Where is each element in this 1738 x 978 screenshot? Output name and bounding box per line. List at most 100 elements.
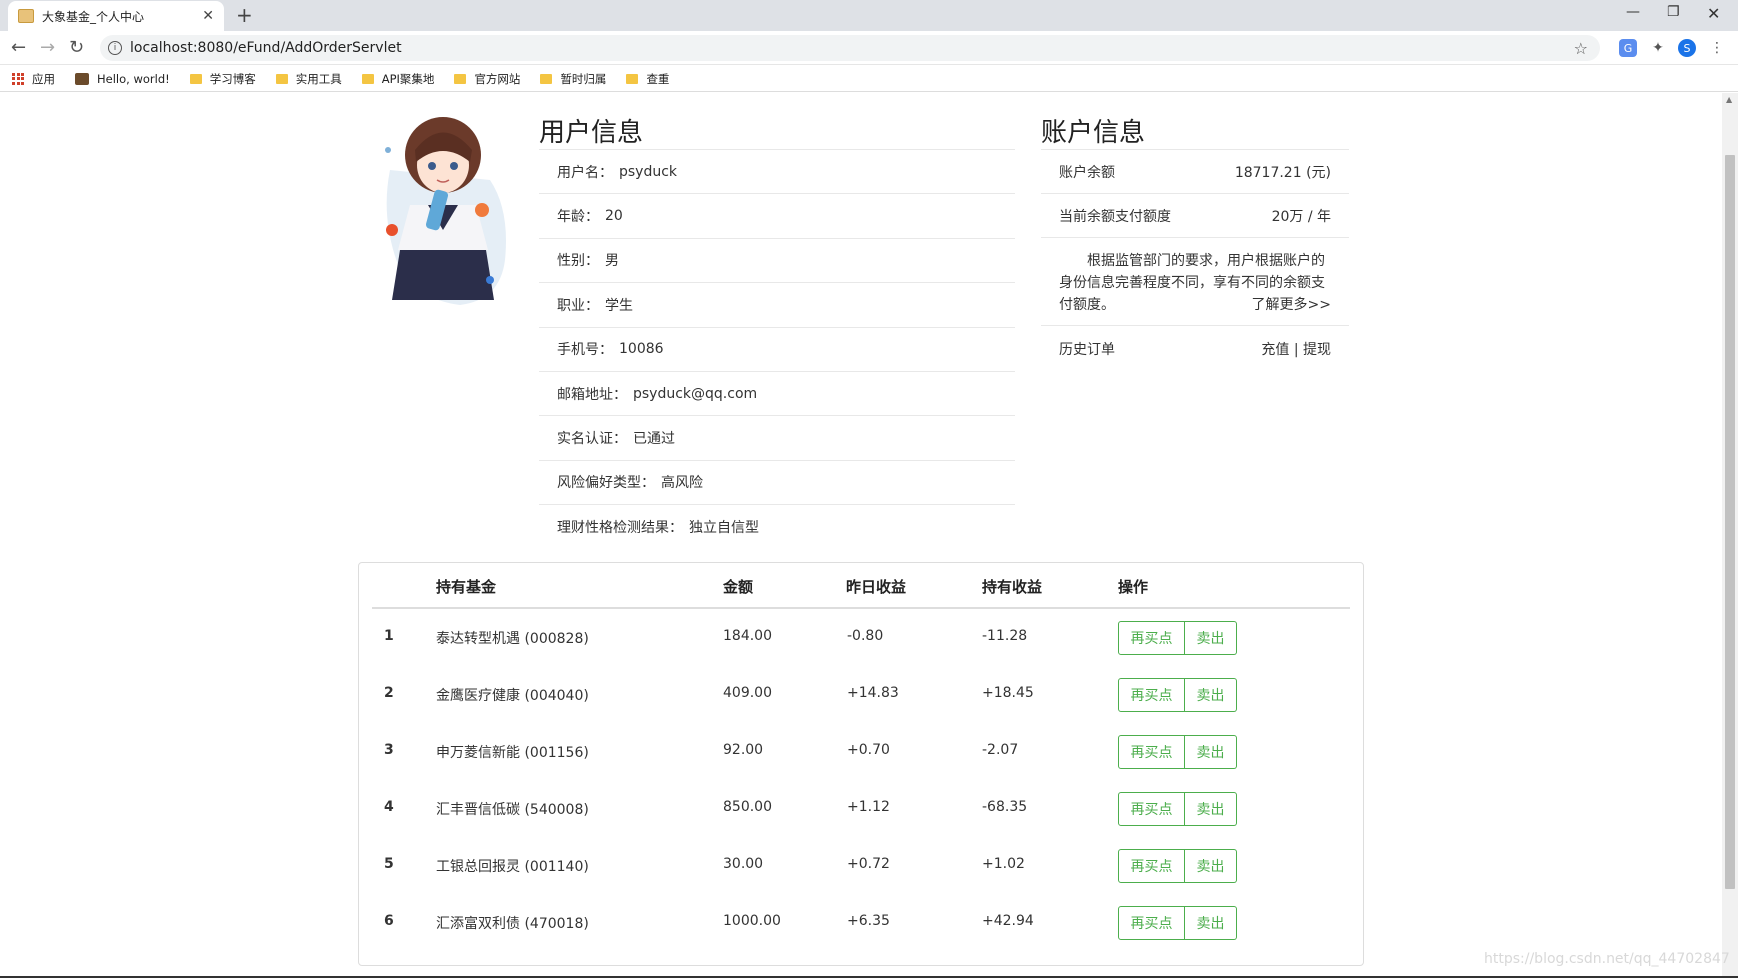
sell-button[interactable]: 卖出 bbox=[1185, 849, 1237, 883]
user-info-row: 年龄： 20 bbox=[539, 194, 1015, 239]
tab-close-icon[interactable]: ✕ bbox=[202, 8, 214, 24]
link-separator: | bbox=[1293, 342, 1299, 358]
fund-amount: 409.00 bbox=[723, 685, 772, 701]
url-field[interactable]: i localhost:8080/eFund/AddOrderServlet ☆ bbox=[100, 35, 1600, 61]
row-index: 1 bbox=[384, 628, 394, 644]
forward-icon[interactable]: → bbox=[40, 37, 55, 58]
action-button-group: 再买点 卖出 bbox=[1118, 621, 1237, 655]
recharge-link[interactable]: 充值 bbox=[1261, 342, 1289, 358]
learn-more-link[interactable]: 了解更多>> bbox=[1252, 294, 1331, 316]
user-info-list: 用户名： psyduck 年龄： 20 性别： 男职业： 学生 手机号： 10086 邮箱地址： p… bbox=[539, 150, 1015, 550]
yesterday-profit: -0.80 bbox=[847, 628, 884, 644]
site-info-icon[interactable]: i bbox=[108, 41, 122, 55]
header-fund: 持有基金 bbox=[436, 578, 497, 596]
user-info-label: 年龄： bbox=[557, 209, 599, 226]
buy-more-button[interactable]: 再买点 bbox=[1118, 678, 1185, 712]
withdraw-link[interactable]: 提现 bbox=[1303, 342, 1331, 358]
user-info-row: 手机号： 10086 bbox=[539, 328, 1015, 372]
table-row: 6 汇添富双利债 (470018) 1000.00 +6.35 +42.94 再买点 卖出 bbox=[358, 894, 1364, 951]
limit-row: 当前余额支付额度 20万 / 年 bbox=[1041, 194, 1349, 238]
user-info-row: 用户名： psyduck bbox=[539, 150, 1015, 195]
sell-button[interactable]: 卖出 bbox=[1185, 678, 1237, 712]
fund-name: 金鹰医疗健康 (004040) bbox=[436, 688, 589, 704]
notice-block: 根据监管部门的要求，用户根据账户的身份信息完善程度不同，享有不同的余额支付额度。… bbox=[1041, 238, 1349, 326]
scrollbar-thumb[interactable] bbox=[1725, 155, 1735, 889]
buy-more-button[interactable]: 再买点 bbox=[1118, 906, 1185, 940]
restore-icon[interactable]: ❐ bbox=[1667, 4, 1680, 20]
row-index: 3 bbox=[384, 742, 394, 758]
user-info-value: psyduck@qq.com bbox=[633, 385, 758, 402]
user-info-row: 职业： 学生 bbox=[539, 283, 1015, 328]
back-icon[interactable]: ← bbox=[11, 37, 26, 58]
bookmark-label: API聚集地 bbox=[381, 71, 435, 86]
user-info-label: 理财性格检测结果： bbox=[557, 520, 683, 537]
yesterday-profit: +1.12 bbox=[847, 799, 890, 815]
user-info-value: 已通过 bbox=[633, 431, 675, 448]
table-row: 4 汇丰晋信低碳 (540008) 850.00 +1.12 -68.35 再买点 卖出 bbox=[358, 780, 1364, 837]
buy-more-button[interactable]: 再买点 bbox=[1118, 735, 1185, 769]
header-actions: 操作 bbox=[1118, 578, 1149, 596]
holding-profit: +42.94 bbox=[982, 913, 1034, 929]
bookmark-hello[interactable]: Hello, world! bbox=[75, 72, 170, 86]
bookmark-star-icon[interactable]: ☆ bbox=[1574, 39, 1588, 58]
fund-amount: 30.00 bbox=[723, 856, 764, 872]
bookmark-folder[interactable]: API聚集地 bbox=[361, 71, 435, 87]
user-info-value: psyduck bbox=[619, 163, 678, 180]
buy-more-button[interactable]: 再买点 bbox=[1118, 621, 1185, 655]
row-index: 2 bbox=[384, 685, 394, 701]
translate-extension-icon[interactable]: G bbox=[1619, 39, 1637, 57]
sell-button[interactable]: 卖出 bbox=[1185, 906, 1237, 940]
fund-amount: 850.00 bbox=[723, 799, 772, 815]
minimize-icon[interactable]: — bbox=[1626, 4, 1640, 20]
user-info-row: 实名认证： 已通过 bbox=[539, 416, 1015, 461]
user-info-value: 20 bbox=[605, 208, 623, 225]
table-row: 2 金鹰医疗健康 (004040) 409.00 +14.83 +18.45 再买点 卖出 bbox=[358, 666, 1364, 723]
bookmark-label: Hello, world! bbox=[97, 71, 170, 86]
balance-label: 账户余额 bbox=[1059, 164, 1115, 181]
action-button-group: 再买点 卖出 bbox=[1118, 792, 1237, 826]
bookmark-folder[interactable]: 官方网站 bbox=[454, 71, 520, 87]
bookmark-apps[interactable]: 应用 bbox=[12, 71, 55, 87]
user-info-label: 职业： bbox=[557, 297, 599, 314]
bookmarks-bar: 应用 Hello, world! 学习博客 实用工具 API聚集地 官方网站 暂… bbox=[0, 66, 1738, 92]
user-info-label: 手机号： bbox=[557, 342, 613, 359]
bookmark-folder[interactable]: 实用工具 bbox=[275, 71, 342, 87]
row-index: 6 bbox=[384, 913, 394, 929]
buy-more-button[interactable]: 再买点 bbox=[1118, 849, 1185, 883]
scroll-up-icon[interactable]: ▲ bbox=[1726, 95, 1732, 104]
sell-button[interactable]: 卖出 bbox=[1185, 792, 1237, 826]
bookmark-folder[interactable]: 学习博客 bbox=[189, 71, 256, 87]
header-amount: 金额 bbox=[723, 578, 754, 596]
bookmark-folder[interactable]: 查重 bbox=[626, 71, 669, 87]
user-info-value: 学生 bbox=[605, 297, 633, 314]
bookmark-label: 学习博客 bbox=[209, 71, 256, 86]
history-orders-link[interactable]: 历史订单 bbox=[1059, 339, 1115, 359]
extensions-puzzle-icon[interactable]: ✦ bbox=[1649, 39, 1667, 57]
limit-label: 当前余额支付额度 bbox=[1059, 208, 1171, 225]
url-text: localhost:8080/eFund/AddOrderServlet bbox=[130, 40, 402, 56]
new-tab-button[interactable]: + bbox=[236, 3, 253, 27]
tab-title: 大象基金_个人中心 bbox=[42, 9, 145, 24]
fund-name: 泰达转型机遇 (000828) bbox=[436, 631, 589, 647]
sell-button[interactable]: 卖出 bbox=[1185, 735, 1237, 769]
window-close-icon[interactable]: ✕ bbox=[1707, 4, 1720, 23]
profile-avatar[interactable]: S bbox=[1678, 39, 1696, 57]
user-info-row: 风险偏好类型： 高风险 bbox=[539, 461, 1015, 506]
bookmark-label: 查重 bbox=[646, 71, 670, 86]
user-info-value: 高风险 bbox=[661, 475, 703, 492]
bookmark-label: 实用工具 bbox=[295, 71, 342, 86]
bookmark-folder[interactable]: 暂时归属 bbox=[540, 71, 606, 87]
browser-tab[interactable]: 大象基金_个人中心 ✕ bbox=[8, 1, 224, 31]
reload-icon[interactable]: ↻ bbox=[69, 37, 84, 58]
fund-amount: 184.00 bbox=[723, 628, 772, 644]
user-info-label: 邮箱地址： bbox=[557, 386, 627, 403]
holding-profit: -68.35 bbox=[982, 799, 1028, 815]
user-info-label: 实名认证： bbox=[557, 431, 627, 448]
sell-button[interactable]: 卖出 bbox=[1185, 621, 1237, 655]
menu-kebab-icon[interactable]: ⋮ bbox=[1708, 39, 1726, 57]
user-avatar bbox=[370, 110, 512, 310]
buy-more-button[interactable]: 再买点 bbox=[1118, 792, 1185, 826]
yesterday-profit: +14.83 bbox=[847, 685, 899, 701]
yesterday-profit: +0.70 bbox=[847, 742, 890, 758]
account-info-title: 账户信息 bbox=[1041, 118, 1146, 148]
